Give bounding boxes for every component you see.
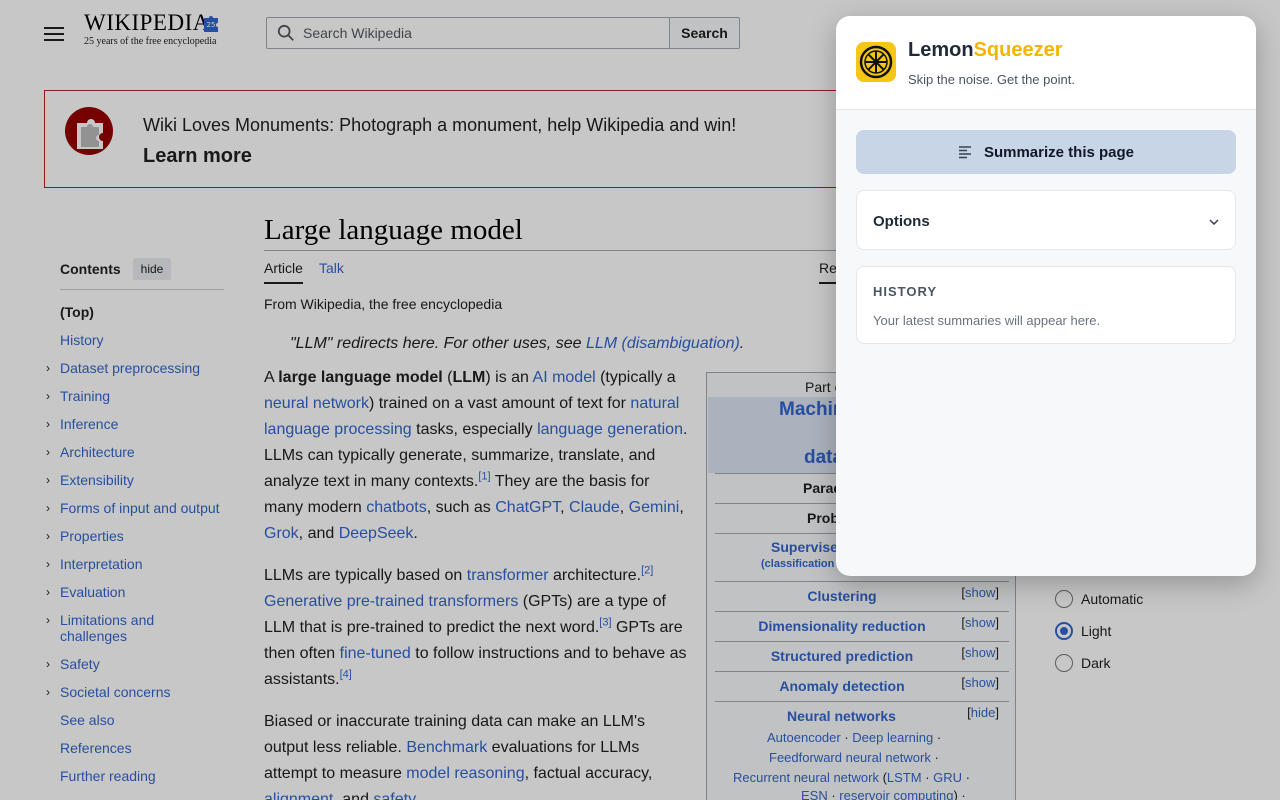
options-accordion[interactable]: Options <box>856 190 1236 250</box>
lemonsqueezer-popup: LemonSqueezer Skip the noise. Get the po… <box>836 16 1256 576</box>
summarize-button-label: Summarize this page <box>983 143 1135 161</box>
popup-tagline: Skip the noise. Get the point. <box>908 72 1075 87</box>
text-lines-icon <box>958 146 971 159</box>
history-empty-message: Your latest summaries will appear here. <box>873 313 1101 328</box>
popup-header: LemonSqueezer Skip the noise. Get the po… <box>836 16 1256 110</box>
lemon-slice-icon <box>856 42 896 82</box>
summarize-page-button[interactable]: Summarize this page <box>856 130 1236 174</box>
options-label: Options <box>873 213 930 230</box>
app-name-accent: Squeezer <box>973 39 1063 61</box>
history-heading: HISTORY <box>873 284 938 299</box>
history-panel: HISTORY Your latest summaries will appea… <box>856 266 1236 344</box>
popup-app-name: LemonSqueezer <box>908 39 1063 62</box>
app-name-part: Lemon <box>908 39 974 61</box>
chevron-down-icon <box>1209 219 1219 225</box>
